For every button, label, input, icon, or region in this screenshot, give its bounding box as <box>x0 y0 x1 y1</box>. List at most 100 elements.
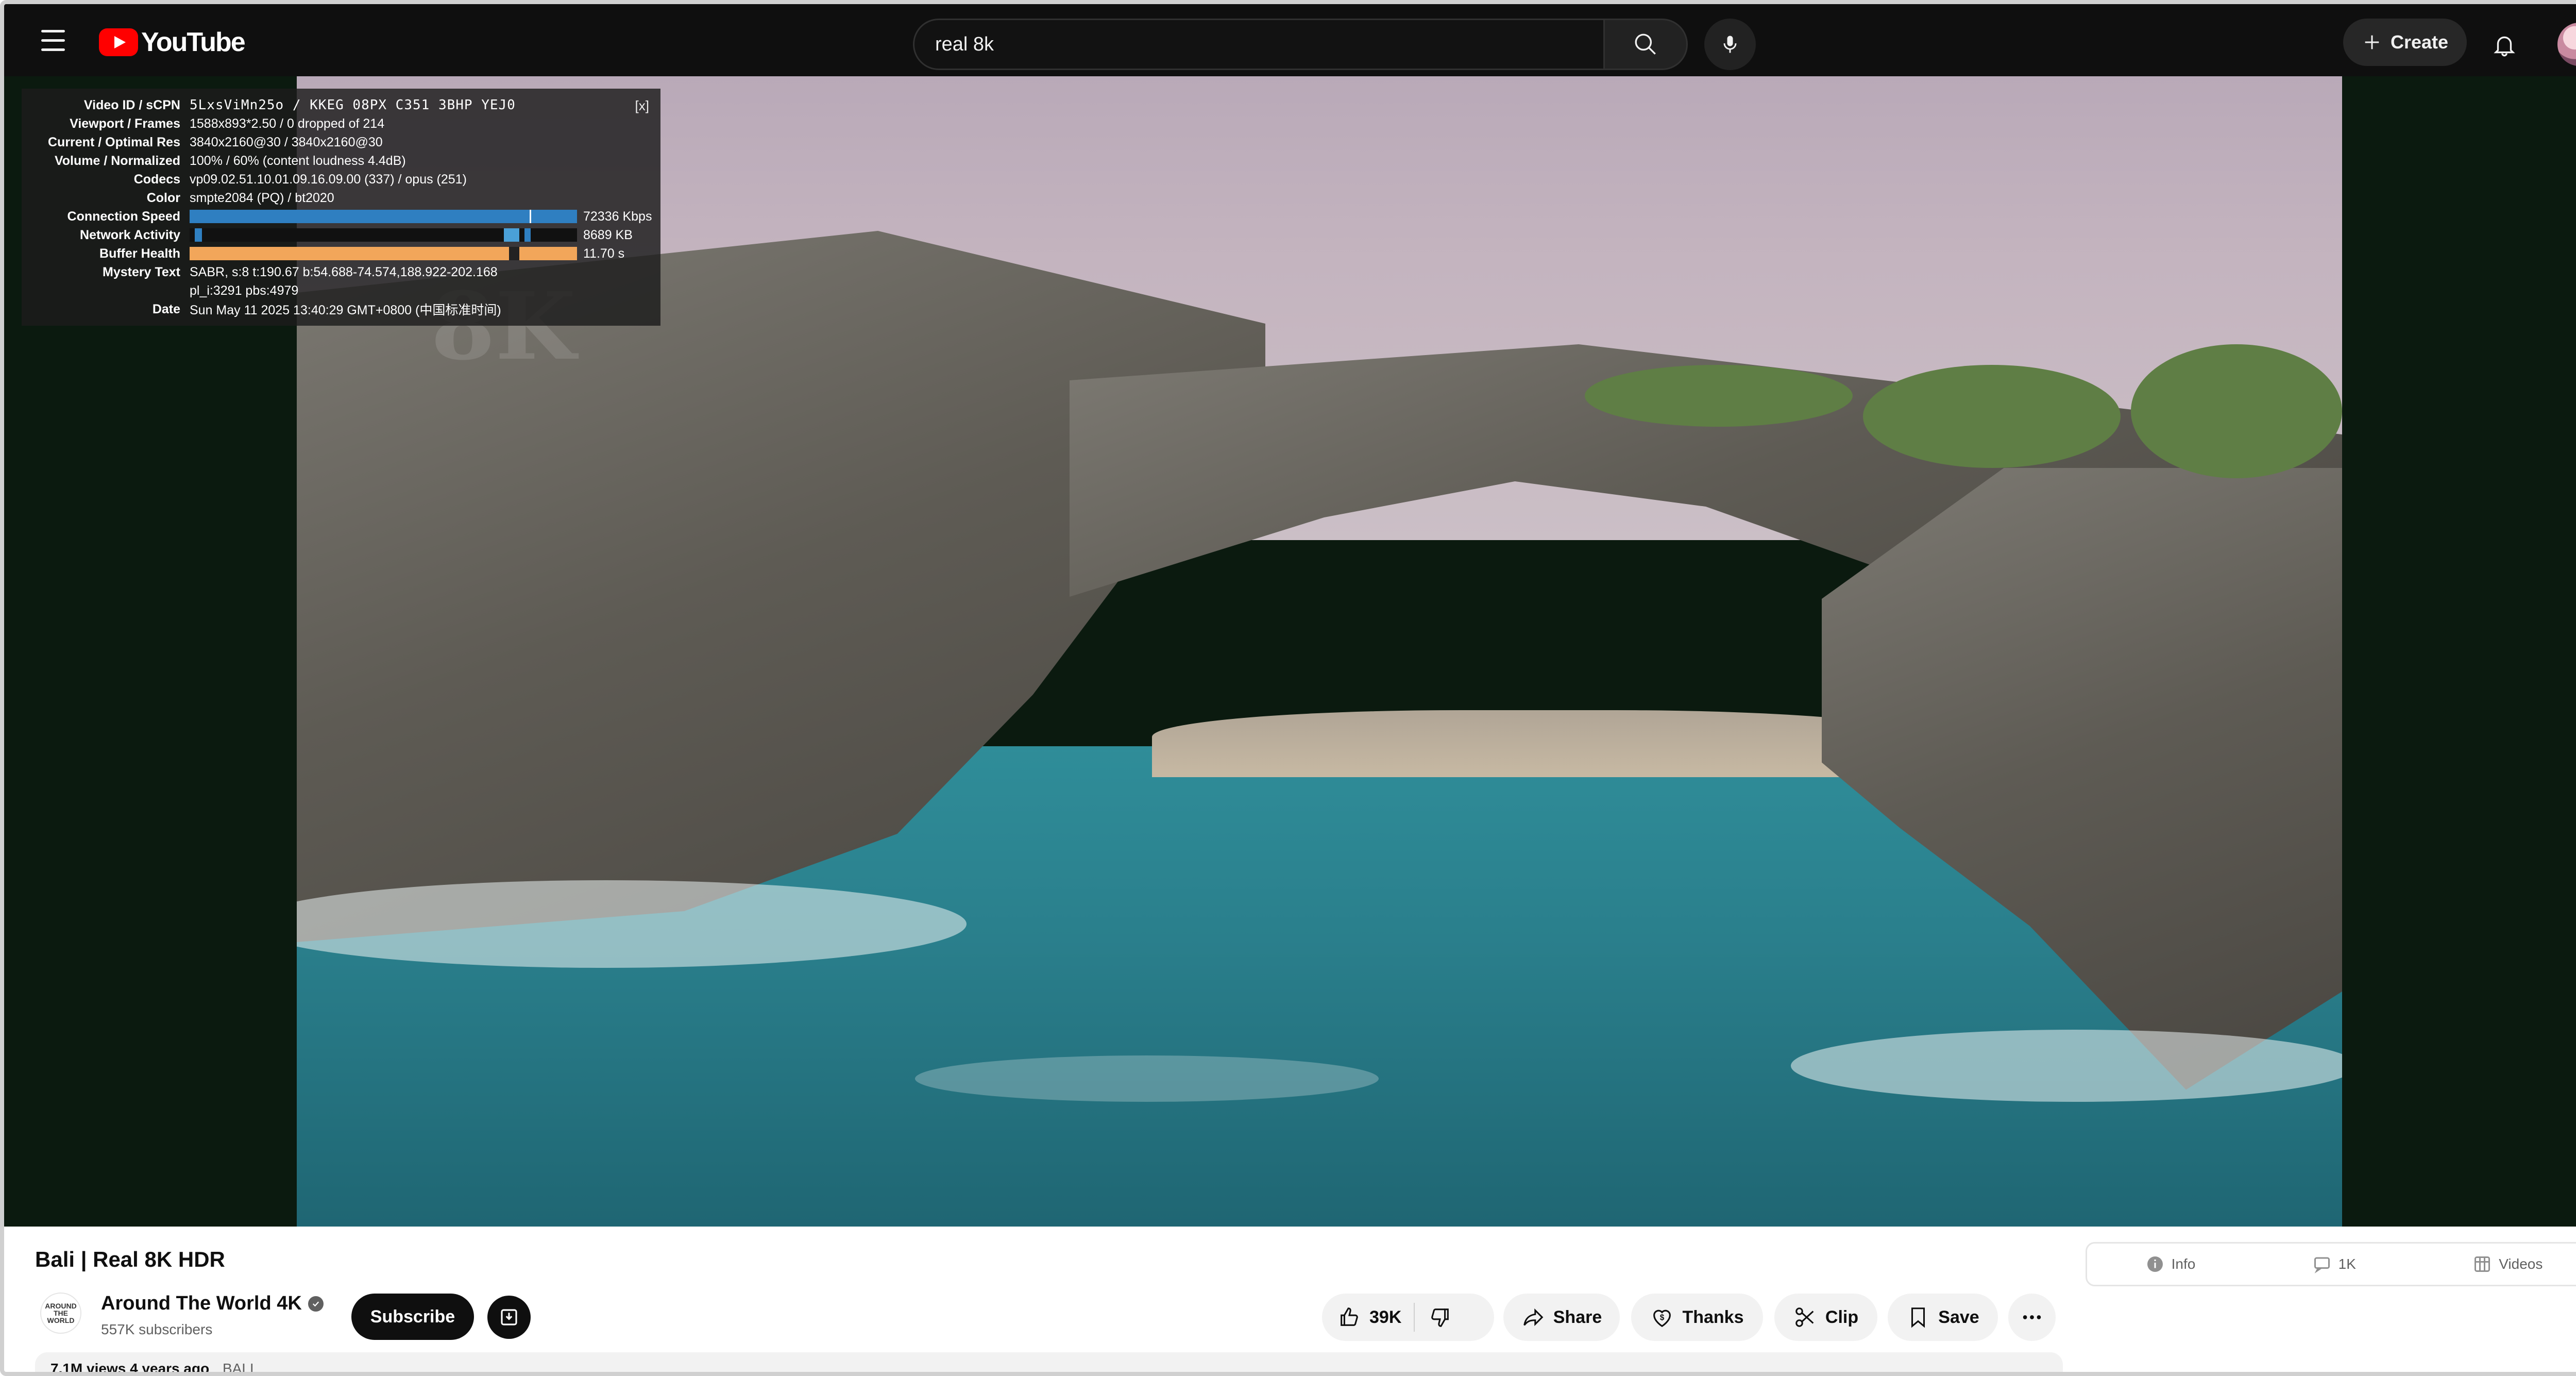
channel-avatar[interactable]: AROUND THE WORLD <box>40 1293 81 1334</box>
channel-name-link[interactable]: Around The World 4K <box>101 1293 324 1315</box>
stat-value: vp09.02.51.10.01.09.16.09.00 (337) / opu… <box>190 172 467 187</box>
search-button[interactable] <box>1603 19 1688 70</box>
stat-value: 8689 KB <box>583 227 633 242</box>
stat-row: Codecs vp09.02.51.10.01.09.16.09.00 (337… <box>27 170 655 189</box>
search-icon <box>1635 33 1656 55</box>
buffer-health-bar <box>190 247 577 260</box>
chip-comments-label: 1K <box>2338 1256 2356 1272</box>
chip-videos[interactable]: Videos <box>2473 1255 2543 1273</box>
stat-label: Codecs <box>133 172 180 187</box>
verified-icon <box>308 1296 324 1312</box>
user-avatar[interactable] <box>2557 23 2576 66</box>
stat-value: 1588x893*2.50 / 0 dropped of 214 <box>190 116 385 131</box>
stat-value: smpte2084 (PQ) / bt2020 <box>190 190 334 205</box>
clip-button[interactable]: Clip <box>1774 1294 1877 1341</box>
side-chips-bar: Info 1K Videos <box>2086 1242 2576 1286</box>
stat-label: Current / Optimal Res <box>48 135 180 149</box>
stat-value: SABR, s:8 t:190.67 b:54.688-74.574,188.9… <box>190 264 498 279</box>
thanks-button[interactable]: $ Thanks <box>1631 1294 1763 1341</box>
stat-row: Color smpte2084 (PQ) / bt2020 <box>27 189 655 207</box>
thumbs-up-icon[interactable] <box>1337 1305 1361 1329</box>
network-activity-fill <box>195 228 202 242</box>
info-icon <box>2147 1256 2163 1272</box>
more-actions-button[interactable] <box>2008 1294 2056 1341</box>
thumbs-down-icon[interactable] <box>1428 1305 1452 1329</box>
stat-value: 72336 Kbps <box>583 209 652 224</box>
connection-speed-fill <box>190 210 577 223</box>
video-player[interactable]: 8K [x] Video ID / sCPN 5LxsViMn25o / KKE… <box>4 76 2576 1227</box>
stat-row: Date Sun May 11 2025 13:40:29 GMT+0800 (… <box>27 300 655 318</box>
stat-value: 100% / 60% (content loudness 4.4dB) <box>190 153 406 168</box>
video-vegetation <box>2131 344 2342 478</box>
stat-value: 3840x2160@30 / 3840x2160@30 <box>190 135 383 149</box>
stat-row: Video ID / sCPN 5LxsViMn25o / KKEG 08PX … <box>27 96 655 114</box>
stat-label: Color <box>146 190 180 205</box>
notifications-button[interactable] <box>2481 22 2528 68</box>
stat-label: Connection Speed <box>67 209 180 224</box>
search-input[interactable] <box>913 19 1603 70</box>
stat-row: Buffer Health 11.70 s <box>27 244 655 263</box>
create-button[interactable]: Create <box>2343 19 2467 66</box>
thanks-heart-icon: $ <box>1653 1310 1671 1328</box>
stat-value: pl_i:3291 pbs:4979 <box>190 283 299 298</box>
stat-row: Connection Speed 72336 Kbps <box>27 207 655 226</box>
youtube-play-icon <box>99 28 138 56</box>
view-count-and-date: 7.1M views 4 years ago <box>50 1361 210 1376</box>
save-label: Save <box>1938 1307 1979 1327</box>
video-foam <box>1791 1030 2342 1102</box>
comments-icon <box>2314 1257 2330 1273</box>
like-divider <box>1414 1303 1415 1332</box>
stat-label: Network Activity <box>80 227 180 242</box>
chip-videos-label: Videos <box>2499 1256 2543 1272</box>
share-label: Share <box>1553 1307 1602 1327</box>
stat-row: Current / Optimal Res 3840x2160@30 / 384… <box>27 133 655 152</box>
stats-for-nerds-panel: [x] Video ID / sCPN 5LxsViMn25o / KKEG 0… <box>22 89 660 326</box>
stat-label: Viewport / Frames <box>70 116 180 131</box>
videos-grid-icon <box>2475 1256 2490 1272</box>
thanks-label: Thanks <box>1682 1307 1744 1327</box>
connection-speed-bar <box>190 210 577 223</box>
voice-search-button[interactable] <box>1704 19 1756 70</box>
bookmark-icon <box>1911 1307 1925 1328</box>
scissors-icon <box>1795 1307 1814 1327</box>
video-title: Bali | Real 8K HDR <box>35 1247 225 1271</box>
like-count[interactable]: 39K <box>1369 1307 1401 1328</box>
stat-label: Volume / Normalized <box>54 153 180 168</box>
download-button[interactable] <box>487 1296 531 1339</box>
stat-label: Video ID / sCPN <box>83 97 180 112</box>
like-dislike-group: 39K <box>1322 1294 1494 1341</box>
youtube-logo[interactable]: YouTube <box>99 27 246 58</box>
chip-info[interactable]: Info <box>2146 1255 2195 1273</box>
video-vegetation <box>1863 365 2121 468</box>
download-icon <box>501 1309 517 1325</box>
search-bar <box>913 19 1688 70</box>
clip-label: Clip <box>1825 1307 1859 1327</box>
hashtag[interactable]: BALI <box>223 1361 254 1376</box>
share-icon <box>1523 1308 1544 1327</box>
stat-row: Volume / Normalized 100% / 60% (content … <box>27 152 655 170</box>
stat-label: Date <box>152 301 180 316</box>
top-bar: YouTube Create <box>4 4 2576 76</box>
create-label: Create <box>2390 31 2449 53</box>
stats-close-button[interactable]: [x] <box>635 98 649 114</box>
bell-icon <box>2494 36 2515 57</box>
microphone-icon <box>1723 36 1737 53</box>
description-box[interactable]: 7.1M views 4 years ago BALI <box>35 1352 2063 1376</box>
video-beach <box>1152 710 1925 777</box>
subscribe-button[interactable]: Subscribe <box>351 1294 474 1340</box>
stat-label: Buffer Health <box>99 246 180 261</box>
video-vegetation <box>1585 365 1853 427</box>
network-activity-fill <box>524 228 531 242</box>
stat-row: Viewport / Frames 1588x893*2.50 / 0 drop… <box>27 114 655 133</box>
more-horizontal-icon <box>2023 1315 2041 1319</box>
stat-value: 11.70 s <box>583 246 625 261</box>
network-activity-fill <box>504 228 519 242</box>
menu-icon[interactable] <box>34 25 75 56</box>
share-button[interactable]: Share <box>1503 1294 1620 1341</box>
video-foam <box>915 1055 1379 1102</box>
chip-comments[interactable]: 1K <box>2313 1255 2356 1273</box>
plus-icon <box>2365 35 2379 49</box>
stat-value: 5LxsViMn25o / KKEG 08PX C351 3BHP YEJ0 <box>190 97 516 113</box>
save-button[interactable]: Save <box>1888 1294 1998 1341</box>
connection-speed-marker <box>530 210 531 223</box>
